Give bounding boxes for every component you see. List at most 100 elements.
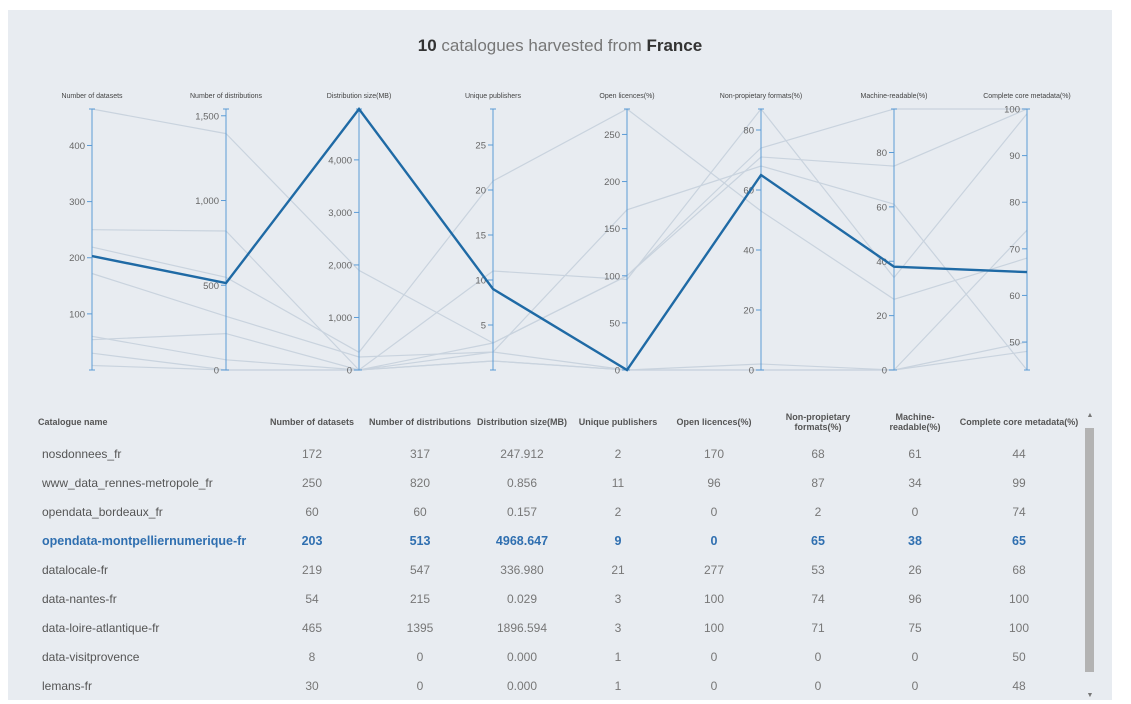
catalogue-name-cell: www_data_rennes-metropole_fr: [42, 475, 213, 490]
tick-label: 1,000: [328, 313, 352, 324]
scroll-thumb[interactable]: [1085, 428, 1094, 672]
column-header[interactable]: Number of distributions: [366, 405, 474, 439]
table-cell: 87: [811, 475, 825, 490]
column-header[interactable]: Open licences(%): [666, 405, 762, 439]
axis-label: Machine-readable(%): [861, 93, 928, 100]
tick-label: 0: [347, 366, 352, 377]
table-body: nosdonnees_fr 172 317 247.912 2 170 68 61 44 www_…: [32, 439, 1082, 700]
table-cell: 68: [811, 446, 825, 461]
table-cell: 1: [614, 678, 622, 693]
catalogue-name-cell: datalocale-fr: [42, 562, 109, 577]
table-cell: 0: [911, 678, 919, 693]
column-header[interactable]: Unique publishers: [570, 405, 666, 439]
axis-label: Number of distributions: [190, 93, 262, 100]
tick-label: 3,000: [328, 208, 352, 219]
table-row[interactable]: datalocale-fr 219 547 336.980 21 277 53 26 68: [32, 555, 1082, 584]
table-cell: 0.856: [506, 475, 538, 490]
table-cell: 1896.594: [496, 620, 548, 635]
table-cell: 2: [814, 504, 822, 519]
table-cell: 0: [911, 504, 919, 519]
catalogue-name-cell: opendata-montpelliernumerique-fr: [42, 533, 247, 548]
tick-label: 200: [604, 177, 620, 188]
table-cell: 0: [710, 649, 718, 664]
table-cell: 8: [308, 649, 316, 664]
table-cell: 2: [614, 446, 622, 461]
catalogue-name-cell: data-visitprovence: [42, 649, 140, 664]
tick-label: 20: [475, 186, 486, 197]
tick-label: 1,500: [195, 111, 219, 122]
tick-label: 400: [69, 141, 85, 152]
tick-label: 80: [876, 148, 887, 159]
table-cell: 21: [611, 562, 625, 577]
table-row[interactable]: opendata-montpelliernumerique-fr 203 513 49…: [32, 526, 1082, 555]
table-cell: 53: [811, 562, 825, 577]
table-cell: 336.980: [500, 562, 544, 577]
tick-label: 150: [604, 224, 620, 235]
table-cell: 74: [811, 591, 825, 606]
table-cell: 60: [305, 504, 319, 519]
table-row[interactable]: data-nantes-fr 54 215 0.029 3 100 74 96 100: [32, 584, 1082, 613]
table-cell: 34: [908, 475, 922, 490]
table-cell: 100: [703, 591, 725, 606]
table-cell: 9: [614, 533, 622, 548]
table-cell: 61: [908, 446, 922, 461]
tick-label: 50: [1009, 338, 1020, 349]
tick-label: 40: [743, 246, 754, 257]
table-cell: 100: [1008, 620, 1030, 635]
table-cell: 50: [1012, 649, 1026, 664]
table-cell: 11: [611, 475, 625, 490]
column-header[interactable]: Machine-readable(%): [874, 405, 956, 439]
table-cell: 26: [908, 562, 922, 577]
table-cell: 30: [305, 678, 319, 693]
column-header[interactable]: Non-propietary formats(%): [762, 405, 874, 439]
table-cell: 60: [413, 504, 427, 519]
scroll-up-icon[interactable]: ▲: [1083, 410, 1097, 422]
table-cell: 74: [1012, 504, 1026, 519]
tick-label: 90: [1009, 151, 1020, 162]
table-cell: 820: [409, 475, 431, 490]
tick-label: 200: [69, 253, 85, 264]
axis-label: Non-propietary formats(%): [720, 93, 802, 100]
tick-label: 70: [1009, 244, 1020, 255]
table-cell: 44: [1012, 446, 1026, 461]
table-cell: 54: [305, 591, 319, 606]
catalogue-name-cell: data-nantes-fr: [42, 591, 117, 606]
table-cell: 0.000: [506, 678, 538, 693]
table-cell: 0.029: [506, 591, 538, 606]
table-cell: 65: [1012, 533, 1026, 548]
table-row[interactable]: www_data_rennes-metropole_fr 250 820 0.856 1…: [32, 468, 1082, 497]
column-header[interactable]: Number of datasets: [258, 405, 366, 439]
table-row[interactable]: opendata_bordeaux_fr 60 60 0.157 2 0 2 0 74: [32, 497, 1082, 526]
column-header[interactable]: Distribution size(MB): [474, 405, 570, 439]
table-cell: 465: [301, 620, 323, 635]
table-cell: 68: [1012, 562, 1026, 577]
tick-label: 1,000: [195, 196, 219, 207]
table-cell: 1395: [406, 620, 434, 635]
table-cell: 65: [811, 533, 825, 548]
tick-label: 250: [604, 130, 620, 141]
tick-label: 0: [749, 366, 754, 377]
table-cell: 203: [301, 533, 323, 548]
column-header[interactable]: Catalogue name: [32, 405, 258, 439]
column-header[interactable]: Complete core metadata(%): [956, 405, 1082, 439]
catalogue-name-cell: nosdonnees_fr: [42, 446, 122, 461]
table-row[interactable]: data-visitprovence 8 0 0.000 1 0 0 0 50: [32, 642, 1082, 671]
table-cell: 513: [409, 533, 431, 548]
axis-label: Complete core metadata(%): [983, 93, 1071, 100]
table-cell: 1: [614, 649, 622, 664]
table-cell: 0: [814, 649, 822, 664]
table-cell: 100: [1008, 591, 1030, 606]
table-row[interactable]: nosdonnees_fr 172 317 247.912 2 170 68 61 44: [32, 439, 1082, 468]
tick-label: 100: [69, 309, 85, 320]
chart-panel: 10 catalogues harvested from France Numb…: [8, 10, 1112, 700]
vertical-scrollbar[interactable]: ▲ ▼: [1083, 410, 1097, 702]
tick-label: 0: [882, 366, 887, 377]
table-cell: 0: [911, 649, 919, 664]
table-row[interactable]: lemans-fr 30 0 0.000 1 0 0 0 48: [32, 671, 1082, 700]
table-cell: 48: [1012, 678, 1026, 693]
scroll-down-icon[interactable]: ▼: [1083, 690, 1097, 702]
table-row[interactable]: data-loire-atlantique-fr 465 1395 1896.594 3…: [32, 613, 1082, 642]
axis-label: Unique publishers: [465, 93, 522, 100]
table-cell: 3: [614, 591, 622, 606]
axis-label: Open licences(%): [599, 93, 654, 100]
